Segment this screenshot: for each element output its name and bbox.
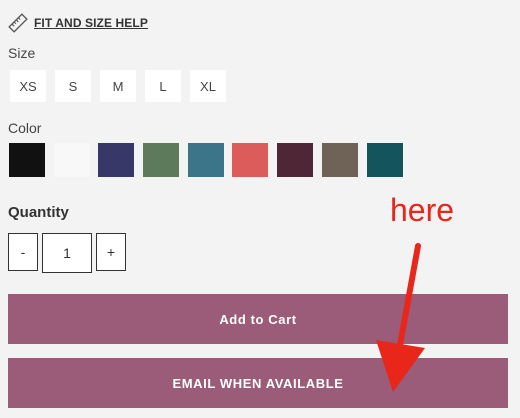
quantity-label: Quantity <box>8 204 69 221</box>
ruler-icon <box>8 13 28 33</box>
color-swatch-taupe[interactable] <box>321 143 358 177</box>
color-label: Color <box>8 120 42 136</box>
color-swatch-olive[interactable] <box>143 143 180 177</box>
color-swatch-teal-blue[interactable] <box>187 143 224 177</box>
size-option-m[interactable]: M <box>100 70 136 102</box>
email-when-available-button[interactable]: EMAIL WHEN AVAILABLE <box>8 358 508 408</box>
fit-and-size-help-link[interactable]: FIT AND SIZE HELP <box>8 13 148 33</box>
add-to-cart-button[interactable]: Add to Cart <box>8 294 508 344</box>
size-option-xl[interactable]: XL <box>190 70 226 102</box>
size-label: Size <box>8 45 36 61</box>
color-swatch-coral[interactable] <box>232 143 269 177</box>
fit-and-size-help-label: FIT AND SIZE HELP <box>34 16 148 30</box>
color-swatch-navy[interactable] <box>98 143 135 177</box>
color-swatches <box>9 143 411 177</box>
size-option-l[interactable]: L <box>145 70 181 102</box>
color-swatch-dark-teal[interactable] <box>366 143 403 177</box>
quantity-increase-button[interactable]: + <box>96 233 126 271</box>
quantity-input[interactable] <box>42 233 92 273</box>
annotation-text: here <box>390 192 455 228</box>
size-option-s[interactable]: S <box>55 70 91 102</box>
size-options: XS S M L XL <box>10 70 235 102</box>
quantity-decrease-button[interactable]: - <box>8 233 38 271</box>
color-swatch-white[interactable] <box>53 143 90 177</box>
color-swatch-black[interactable] <box>9 143 45 177</box>
size-option-xs[interactable]: XS <box>10 70 46 102</box>
color-swatch-burgundy[interactable] <box>277 143 314 177</box>
